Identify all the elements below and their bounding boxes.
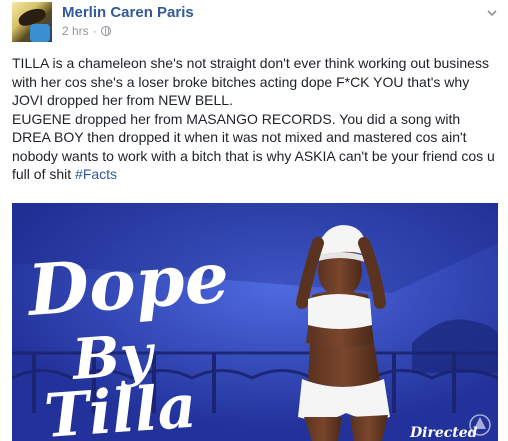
post-header: Merlin Caren Paris 2 hrs · <box>0 0 508 50</box>
media-title-line-1: Dope <box>23 235 231 332</box>
avatar[interactable] <box>12 2 52 42</box>
post-timestamp[interactable]: 2 hrs <box>62 24 89 38</box>
globe-icon[interactable] <box>100 26 111 36</box>
post-image-art: Dope By Tilla Directed <box>12 203 498 441</box>
author-name[interactable]: Merlin Caren Paris <box>62 4 194 21</box>
post-image[interactable]: Dope By Tilla Directed <box>12 203 498 441</box>
hashtag-link[interactable]: #Facts <box>75 166 117 182</box>
media-credit: Directed <box>409 425 478 441</box>
chevron-down-icon[interactable] <box>485 6 499 20</box>
post-meta: 2 hrs · <box>62 24 111 38</box>
post-paragraph-1: TILLA is a chameleon she's not straight … <box>12 55 489 108</box>
post-paragraph-2: EUGENE dropped her from MASANGO RECORDS.… <box>12 110 496 184</box>
media-title-line-3: Tilla <box>42 372 198 441</box>
meta-separator: · <box>92 24 97 38</box>
post-body: TILLA is a chameleon she's not straight … <box>12 54 496 184</box>
